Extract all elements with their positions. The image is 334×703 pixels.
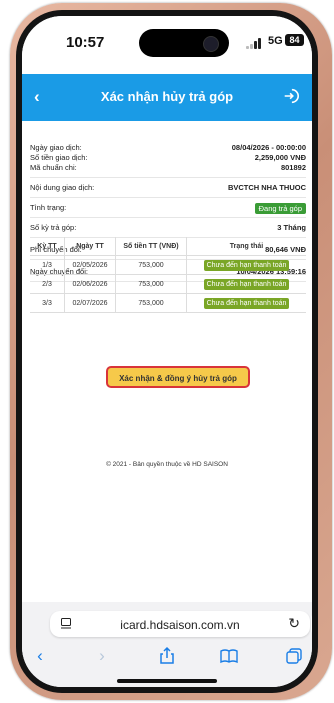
divider (30, 197, 306, 198)
address-bar[interactable]: icard.hdsaison.com.vn ↻ (50, 611, 310, 637)
cell-period: 2/3 (30, 274, 65, 294)
cell-status: Chưa đến hạn thanh toán (186, 274, 306, 294)
cell-period: 3/3 (30, 293, 65, 313)
detail-value: 2,259,000 VNĐ (254, 153, 306, 162)
table-row: 1/3 02/05/2026 753,000 Chưa đến hạn than… (30, 255, 306, 275)
divider (30, 177, 306, 178)
cell-date: 02/07/2026 (64, 293, 116, 313)
dynamic-island (139, 29, 229, 57)
signal-icon (246, 37, 266, 49)
detail-value: BVCTCH NHA THUOC (227, 183, 306, 192)
back-nav-icon[interactable]: ‹ (30, 646, 50, 666)
cell-status: Chưa đến hạn thanh toán (186, 293, 306, 313)
phone-screen: 10:57 5G 84 ‹ Xác nhận hủy trả góp Ngày … (22, 16, 312, 687)
reload-icon[interactable]: ↻ (288, 615, 300, 632)
browser-chrome: icard.hdsaison.com.vn ↻ ‹ › (22, 602, 312, 687)
home-indicator[interactable] (117, 679, 217, 683)
status-badge: Đang trả góp (254, 203, 306, 214)
col-date: Ngày TT (64, 237, 116, 256)
tabs-icon[interactable] (284, 646, 304, 666)
share-icon[interactable] (157, 646, 177, 666)
detail-label: Ngày giao dịch: (30, 143, 82, 152)
table-row: 3/3 02/07/2026 753,000 Chưa đến hạn than… (30, 293, 306, 313)
detail-label: Tình trạng: (30, 203, 67, 212)
row-status-badge: Chưa đến hạn thanh toán (203, 259, 290, 271)
url-text[interactable]: icard.hdsaison.com.vn (50, 618, 310, 632)
detail-value: 801892 (280, 163, 306, 172)
cell-amount: 753,000 (115, 274, 187, 294)
forward-nav-icon[interactable]: › (92, 646, 112, 666)
detail-value: 08/04/2026 - 00:00:00 (231, 143, 306, 152)
cell-date: 02/06/2026 (64, 274, 116, 294)
cell-amount: 753,000 (115, 293, 187, 313)
table-header-row: Kỳ TT Ngày TT Số tiền TT (VNĐ) Trạng thá… (30, 237, 306, 256)
browser-toolbar: ‹ › (22, 645, 312, 669)
app-header: ‹ Xác nhận hủy trả góp (22, 74, 312, 121)
detail-label: Nội dung giao dịch: (30, 183, 95, 192)
col-status: Trạng thái (186, 237, 306, 256)
cell-period: 1/3 (30, 255, 65, 275)
col-period: Kỳ TT (30, 237, 65, 256)
detail-label: Mã chuẩn chi: (30, 163, 77, 172)
status-bar: 10:57 5G 84 (22, 16, 312, 74)
next-tab-peek[interactable] (311, 611, 312, 637)
network-type: 5G (268, 35, 283, 47)
cell-status: Chưa đến hạn thanh toán (186, 255, 306, 275)
battery-icon: 84 (285, 34, 304, 46)
cell-date: 02/05/2026 (64, 255, 116, 275)
cell-amount: 753,000 (115, 255, 187, 275)
status-time: 10:57 (66, 34, 105, 51)
bookmarks-icon[interactable] (219, 646, 239, 666)
copyright-footer: © 2021 - Bản quyền thuộc về HD SAISON (106, 461, 228, 468)
row-status-badge: Chưa đến hạn thanh toán (203, 297, 290, 309)
col-amount: Số tiền TT (VNĐ) (115, 237, 187, 256)
detail-label: Số tiền giao dịch: (30, 153, 88, 162)
camera-icon (203, 36, 219, 52)
detail-label: Số kỳ trả góp: (30, 223, 77, 232)
confirm-cancel-installment-button[interactable]: Xác nhận & đồng ý hủy trả góp (106, 366, 250, 388)
logout-icon[interactable] (282, 87, 300, 105)
row-status-badge: Chưa đến hạn thanh toán (203, 278, 290, 290)
table-row: 2/3 02/06/2026 753,000 Chưa đến hạn than… (30, 274, 306, 294)
divider (30, 217, 306, 218)
page-title: Xác nhận hủy trả góp (100, 89, 234, 104)
installment-table: Kỳ TT Ngày TT Số tiền TT (VNĐ) Trạng thá… (30, 237, 306, 313)
detail-value: 3 Tháng (277, 223, 306, 232)
